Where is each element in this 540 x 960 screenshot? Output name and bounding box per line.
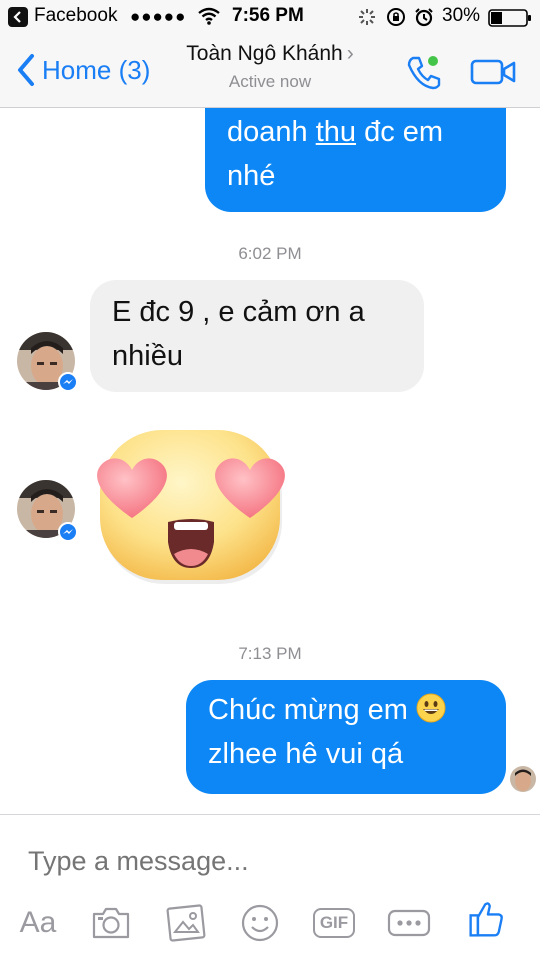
chevron-left-icon [18, 54, 34, 86]
message-composer: Aa GIF [0, 814, 540, 960]
gif-button[interactable]: GIF [312, 903, 356, 943]
timestamp: 6:02 PM [238, 244, 302, 263]
activity-spinner-icon [359, 9, 375, 25]
message-line: nhé [227, 160, 276, 192]
text-format-button[interactable]: Aa [16, 903, 60, 943]
message-line: doanh thu đc em [227, 116, 444, 148]
back-label: Home (3) [42, 54, 151, 85]
gif-label: GIF [312, 908, 356, 938]
contact-info[interactable]: Toàn Ngô Khánh › Active now [140, 42, 400, 92]
back-to-app-icon[interactable] [8, 7, 28, 27]
wifi-icon [198, 7, 220, 25]
grinning-emoji-icon [416, 693, 446, 723]
contact-status: Active now [228, 72, 312, 91]
timestamp: 7:13 PM [238, 644, 302, 663]
incoming-message[interactable]: E đc 9 , e cảm ơn a nhiều [90, 280, 424, 392]
message-line: Chúc mừng em [208, 688, 484, 732]
messenger-badge-icon [58, 372, 78, 392]
clock: 7:56 PM [232, 5, 304, 26]
battery-icon [488, 9, 531, 27]
like-thumbs-up-icon[interactable] [466, 899, 508, 939]
signal-dots: ●●●●● [130, 7, 187, 26]
message-line: zlhee hê vui qá [208, 738, 404, 770]
message-line: nhiều [112, 340, 183, 372]
message-list[interactable]: doanh thu đc em nhé 6:02 PM E đc 9 , e c… [0, 108, 540, 814]
battery-percent: 30% [442, 5, 481, 26]
rotation-lock-icon [387, 8, 405, 26]
conversation-header: Home (3) Toàn Ngô Khánh › Active now [0, 34, 540, 108]
camera-icon[interactable] [90, 903, 132, 943]
messenger-badge-icon [58, 522, 78, 542]
contact-name: Toàn Ngô Khánh [186, 42, 343, 65]
sticker-emoji-icon[interactable] [240, 903, 280, 943]
carrier-label: Facebook [34, 5, 118, 26]
video-call-icon[interactable] [470, 58, 518, 86]
read-receipt-avatar [510, 766, 536, 792]
back-button[interactable]: Home (3) [12, 52, 150, 88]
message-line: E đc 9 , e cảm ơn a [112, 296, 365, 328]
status-bar: Facebook ●●●●● 7:56 PM 30% [0, 0, 540, 34]
more-options-icon[interactable] [386, 903, 432, 943]
outgoing-message[interactable]: Chúc mừng em zlhee hê vui qá [186, 680, 506, 794]
chevron-right-icon: › [346, 42, 354, 65]
outgoing-message[interactable]: doanh thu đc em nhé [205, 108, 506, 212]
heart-eyes-sticker-icon[interactable] [90, 426, 295, 590]
alarm-icon [415, 8, 433, 27]
phone-call-icon[interactable] [404, 52, 444, 92]
photo-gallery-icon[interactable] [166, 903, 206, 943]
message-input[interactable] [28, 841, 508, 881]
